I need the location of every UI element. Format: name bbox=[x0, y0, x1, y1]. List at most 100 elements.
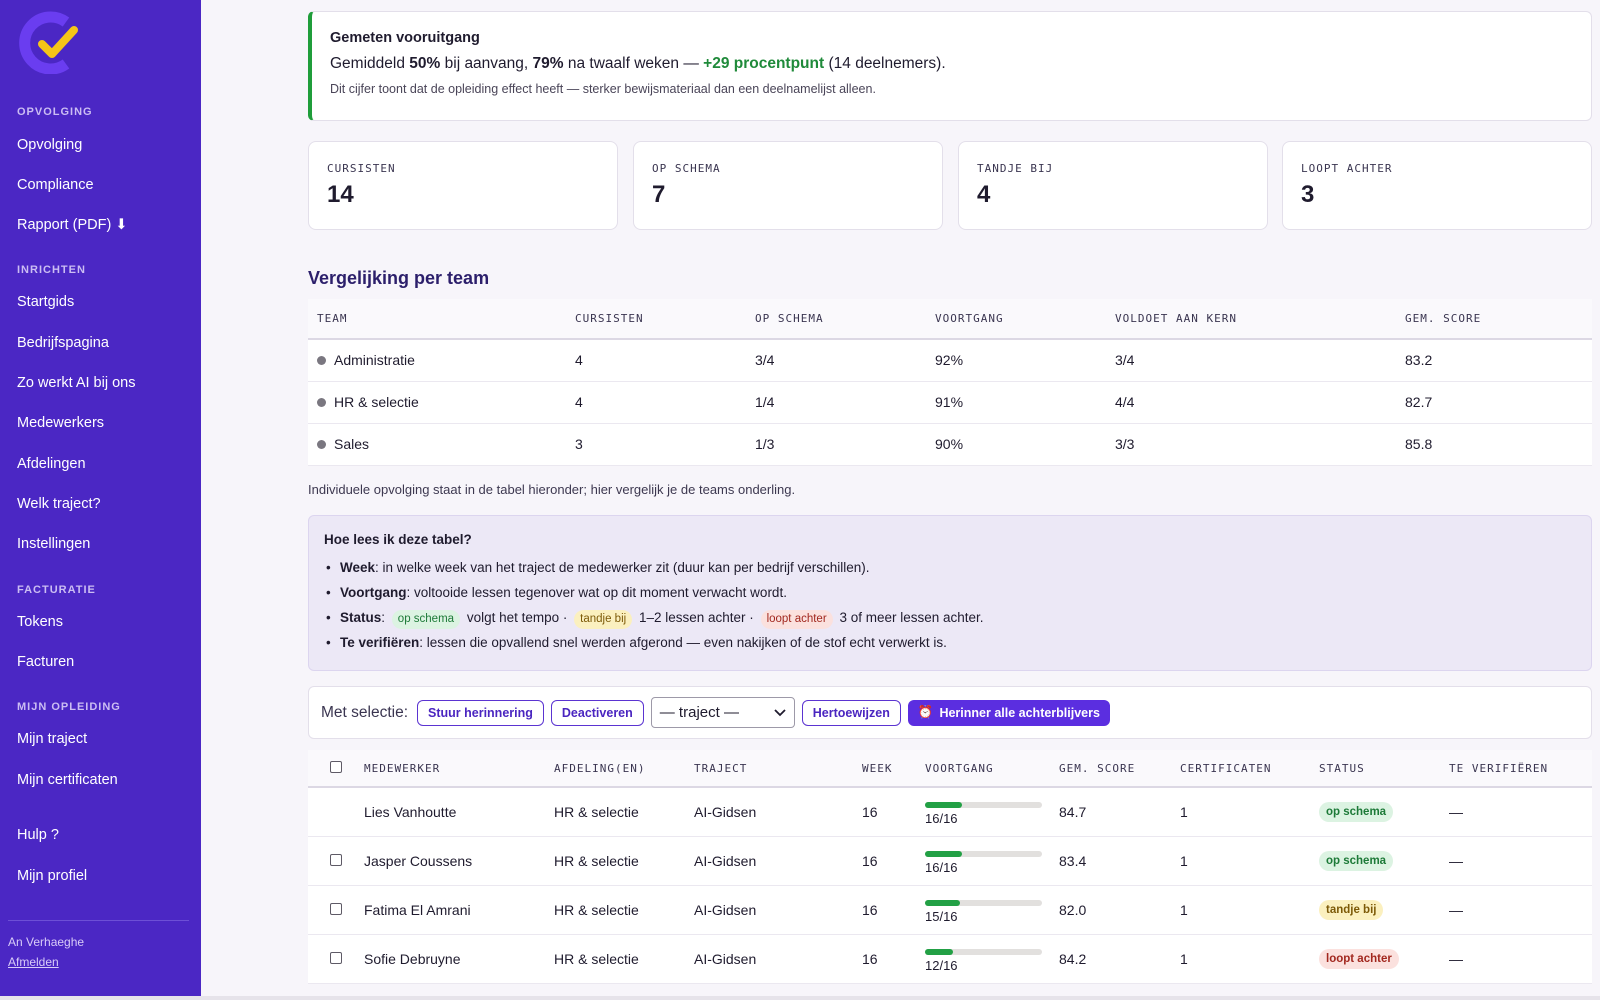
sidebar-item-mijn-certificaten[interactable]: Mijn certificaten bbox=[17, 772, 118, 788]
employee-week: 16 bbox=[862, 836, 925, 886]
team-row[interactable]: Sales 3 1/3 90% 3/3 85.8 bbox=[308, 423, 1592, 466]
help-text: : lessen die opvallend snel werden afger… bbox=[419, 635, 947, 650]
col-header-gem-score[interactable]: GEM. SCORE bbox=[1059, 750, 1180, 788]
team-score: 83.2 bbox=[1396, 339, 1592, 382]
table-row[interactable]: Sofie Debruyne HR & selectie AI-Gidsen 1… bbox=[308, 934, 1592, 984]
send-reminder-button[interactable]: Stuur herinnering bbox=[417, 699, 544, 726]
help-item-verify: Te verifiëren: lessen die opvallend snel… bbox=[324, 630, 1576, 655]
stat-card-cursisten: CURSISTEN 14 bbox=[308, 141, 618, 230]
col-header-certificaten[interactable]: CERTIFICATEN bbox=[1180, 750, 1319, 788]
progress-bar-fill bbox=[925, 948, 954, 955]
employee-progress: 15/16 bbox=[925, 885, 1059, 935]
employee-name[interactable]: Fatima El Amrani bbox=[364, 885, 554, 935]
logo-icon[interactable] bbox=[14, 8, 80, 74]
col-header-voldoet-aan-kern[interactable]: VOLDOET AAN KERN bbox=[1106, 299, 1396, 340]
stat-card-tandje-bij: TANDJE BIJ 4 bbox=[958, 141, 1268, 230]
sidebar-item-hulp[interactable]: Hulp ? bbox=[17, 827, 59, 843]
sidebar-item-medewerkers[interactable]: Medewerkers bbox=[17, 415, 104, 431]
logout-link[interactable]: Afmelden bbox=[8, 955, 59, 969]
sidebar-section-mijn-opleiding: MIJN OPLEIDING bbox=[17, 701, 121, 713]
employee-score: 84.2 bbox=[1059, 934, 1180, 984]
team-name-cell: HR & selectie bbox=[308, 381, 566, 424]
employee-verify: — bbox=[1449, 836, 1592, 886]
team-op-schema: 3/4 bbox=[746, 339, 926, 382]
row-checkbox[interactable] bbox=[330, 853, 342, 866]
sidebar-item-opvolging[interactable]: Opvolging bbox=[17, 137, 82, 153]
team-voldoet: 3/3 bbox=[1106, 423, 1396, 466]
remind-all-button[interactable]: ⏰ Herinner alle achterblijvers bbox=[907, 699, 1110, 726]
sidebar-item-bedrijfspagina[interactable]: Bedrijfspagina bbox=[17, 335, 109, 351]
status-badge: tandje bij bbox=[1319, 899, 1384, 920]
row-checkbox[interactable] bbox=[330, 951, 342, 964]
team-voortgang: 90% bbox=[926, 423, 1106, 466]
team-op-schema: 1/4 bbox=[746, 381, 926, 424]
row-select-cell bbox=[308, 787, 364, 837]
col-header-voortgang[interactable]: VOORTGANG bbox=[925, 750, 1059, 788]
help-box: Hoe lees ik deze tabel? Week: in welke w… bbox=[308, 515, 1592, 671]
row-select-cell bbox=[308, 934, 364, 984]
col-header-gem-score[interactable]: GEM. SCORE bbox=[1396, 299, 1592, 340]
team-dot-icon bbox=[317, 398, 326, 407]
progress-prefix: Gemiddeld bbox=[330, 55, 405, 72]
sidebar-item-zo-werkt-ai[interactable]: Zo werkt AI bij ons bbox=[17, 375, 135, 391]
reassign-button[interactable]: Hertoewijzen bbox=[801, 699, 901, 726]
col-header-voortgang[interactable]: VOORTGANG bbox=[926, 299, 1106, 340]
team-cursisten: 4 bbox=[566, 381, 746, 424]
progress-fraction: 16/16 bbox=[925, 859, 958, 875]
col-header-status[interactable]: STATUS bbox=[1319, 750, 1449, 788]
sidebar-item-afdelingen[interactable]: Afdelingen bbox=[17, 456, 86, 472]
select-all-cell bbox=[308, 750, 364, 788]
team-op-schema: 1/3 bbox=[746, 423, 926, 466]
employee-name[interactable]: Lies Vanhoutte bbox=[364, 787, 554, 837]
progress-bar bbox=[925, 899, 1042, 906]
progress-end: 79% bbox=[532, 55, 564, 72]
progress-bar bbox=[925, 801, 1042, 808]
col-header-cursisten[interactable]: CURSISTEN bbox=[566, 299, 746, 340]
employee-status-cell: op schema bbox=[1319, 787, 1449, 837]
sidebar-item-mijn-profiel[interactable]: Mijn profiel bbox=[17, 868, 87, 884]
sidebar-item-rapport[interactable]: Rapport (PDF) ⬇ bbox=[17, 217, 127, 233]
table-row[interactable]: Lies Vanhoutte HR & selectie AI-Gidsen 1… bbox=[308, 787, 1592, 837]
team-voortgang: 92% bbox=[926, 339, 1106, 382]
help-term: Status bbox=[340, 610, 382, 625]
employee-name[interactable]: Sofie Debruyne bbox=[364, 934, 554, 984]
select-all-checkbox[interactable] bbox=[330, 760, 342, 773]
employee-progress: 16/16 bbox=[925, 787, 1059, 837]
help-text: 1–2 lessen achter · bbox=[638, 610, 754, 625]
stat-label: LOOPT ACHTER bbox=[1301, 162, 1393, 175]
col-header-traject[interactable]: TRAJECT bbox=[694, 750, 862, 788]
col-header-week[interactable]: WEEK bbox=[862, 750, 925, 788]
table-row[interactable]: Fatima El Amrani HR & selectie AI-Gidsen… bbox=[308, 885, 1592, 935]
employee-certs: 1 bbox=[1180, 836, 1319, 886]
col-header-team[interactable]: TEAM bbox=[308, 299, 566, 340]
help-item-week: Week: in welke week van het traject de m… bbox=[324, 555, 1576, 580]
sidebar-item-compliance[interactable]: Compliance bbox=[17, 177, 94, 193]
stat-card-loopt-achter: LOOPT ACHTER 3 bbox=[1282, 141, 1592, 230]
traject-select[interactable]: — traject — bbox=[650, 697, 795, 728]
team-voortgang: 91% bbox=[926, 381, 1106, 424]
progress-start: 50% bbox=[409, 55, 441, 72]
employee-name[interactable]: Jasper Coussens bbox=[364, 836, 554, 886]
team-name: HR & selectie bbox=[334, 394, 419, 410]
col-header-te-verifieren[interactable]: TE VERIFIËREN bbox=[1449, 750, 1592, 788]
sidebar-item-mijn-traject[interactable]: Mijn traject bbox=[17, 731, 87, 747]
team-score: 85.8 bbox=[1396, 423, 1592, 466]
row-checkbox[interactable] bbox=[330, 902, 342, 915]
employee-week: 16 bbox=[862, 885, 925, 935]
sidebar-item-welk-traject[interactable]: Welk traject? bbox=[17, 496, 101, 512]
sidebar-item-tokens[interactable]: Tokens bbox=[17, 614, 63, 630]
progress-mid2: na twaalf weken — bbox=[567, 55, 699, 72]
sidebar-item-instellingen[interactable]: Instellingen bbox=[17, 536, 90, 552]
team-row[interactable]: HR & selectie 4 1/4 91% 4/4 82.7 bbox=[308, 381, 1592, 424]
progress-fraction: 15/16 bbox=[925, 908, 958, 924]
col-header-op-schema[interactable]: OP SCHEMA bbox=[746, 299, 926, 340]
table-row[interactable]: Jasper Coussens HR & selectie AI-Gidsen … bbox=[308, 836, 1592, 886]
col-header-afdelingen[interactable]: AFDELING(EN) bbox=[554, 750, 694, 788]
sidebar-item-startgids[interactable]: Startgids bbox=[17, 294, 74, 310]
deactivate-button[interactable]: Deactiveren bbox=[550, 699, 644, 726]
team-row[interactable]: Administratie 4 3/4 92% 3/4 83.2 bbox=[308, 339, 1592, 382]
col-header-medewerker[interactable]: MEDEWERKER bbox=[364, 750, 554, 788]
employee-certs: 1 bbox=[1180, 885, 1319, 935]
sidebar-item-facturen[interactable]: Facturen bbox=[17, 654, 74, 670]
team-table: TEAM CURSISTEN OP SCHEMA VOORTGANG VOLDO… bbox=[308, 299, 1592, 466]
